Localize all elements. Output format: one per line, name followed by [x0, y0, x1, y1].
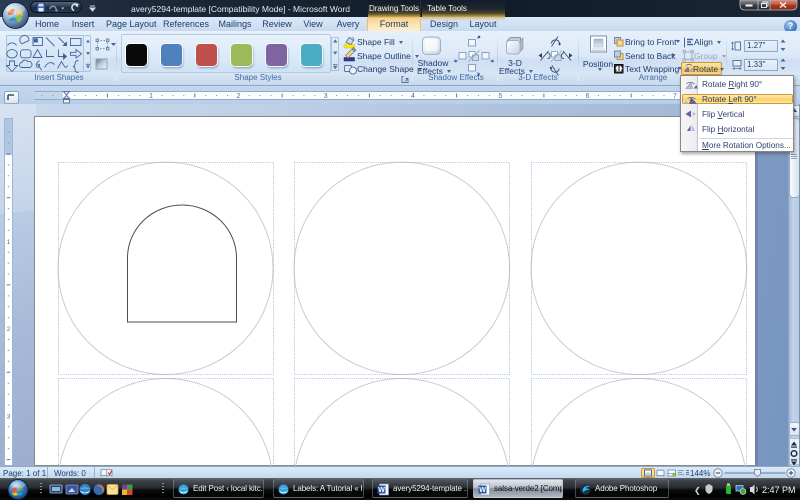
svg-text:4: 4 [411, 93, 415, 100]
svg-text:3: 3 [324, 93, 328, 100]
svg-text:2: 2 [7, 326, 11, 333]
svg-text:1: 1 [149, 93, 153, 100]
svg-text:3: 3 [7, 413, 11, 420]
svg-text:W: W [378, 487, 385, 494]
svg-text:6: 6 [586, 93, 590, 100]
svg-text:5: 5 [498, 93, 502, 100]
svg-text:1: 1 [7, 239, 11, 246]
svg-text:2: 2 [236, 93, 240, 100]
svg-text:7: 7 [673, 93, 677, 100]
svg-text:W: W [479, 487, 486, 494]
